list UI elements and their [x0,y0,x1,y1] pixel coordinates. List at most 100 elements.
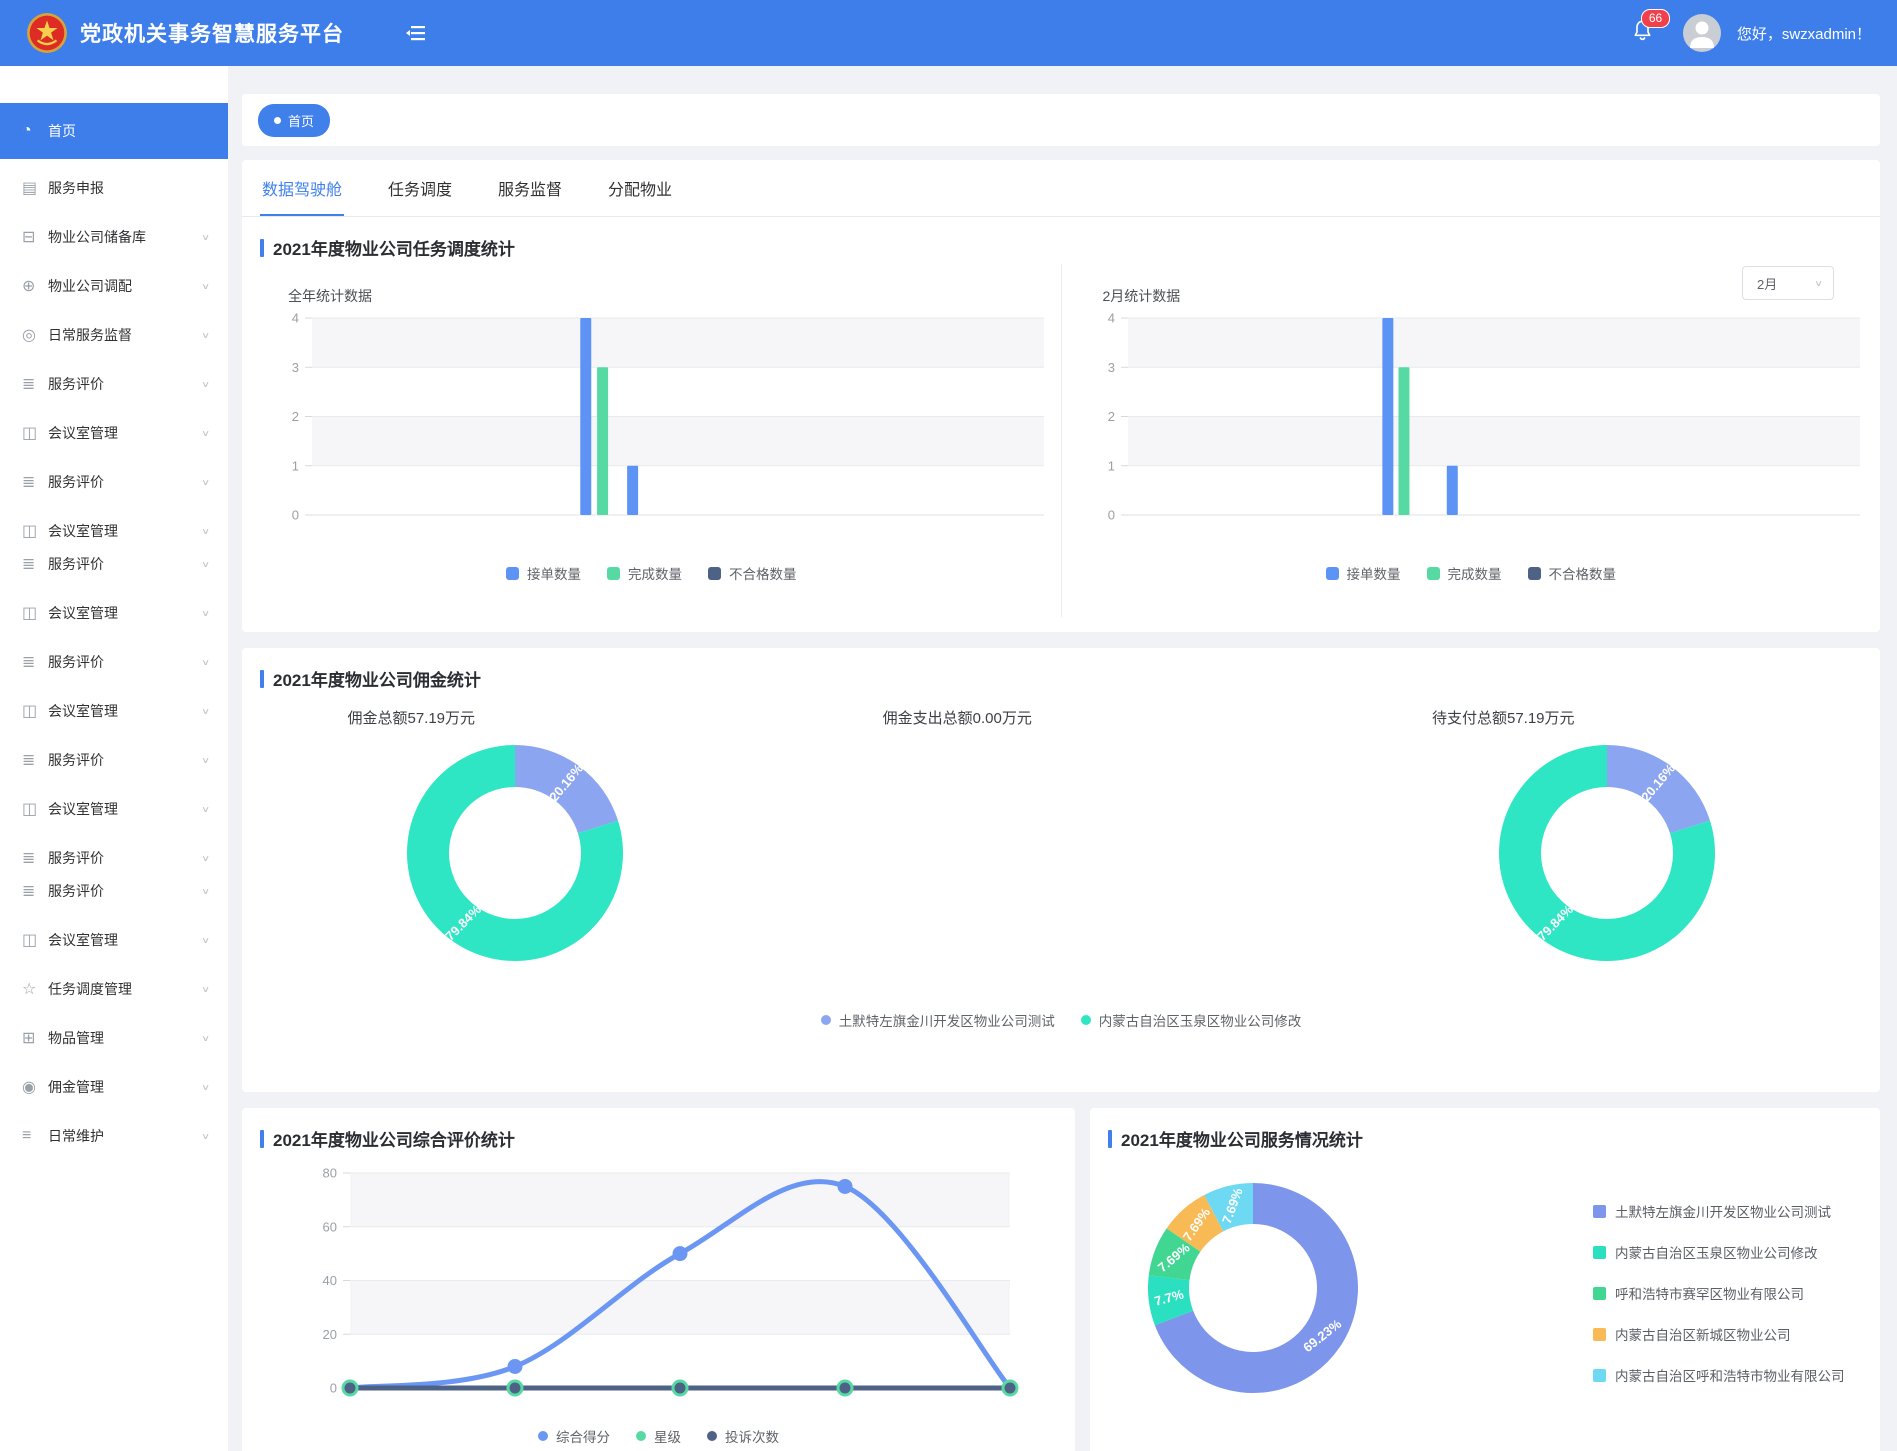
legend-label: 土默特左旗金川开发区物业公司测试 [1615,1201,1831,1221]
sidebar-item-label: 佣金管理 [48,1077,201,1097]
user-greeting: 您好，swzxadmin！ [1737,23,1871,44]
sidebar-item-18[interactable]: ☆任务调度管理∨ [0,968,228,1010]
main-content: 首页 数据驾驶舱任务调度服务监督分配物业 2021年度物业公司任务调度统计 全年… [228,66,1897,1451]
sidebar-item-label: 物品管理 [48,1028,201,1048]
commission-icon: ◉ [22,1077,48,1097]
sidebar-item-3[interactable]: ⊕物业公司调配∨ [0,265,228,307]
sidebar-item-label: 会议室管理 [48,799,201,819]
legend-item-3[interactable]: 内蒙古自治区新城区物业公司 [1593,1324,1845,1344]
legend-item-0[interactable]: 土默特左旗金川开发区物业公司测试 [821,1010,1055,1030]
legend-item-2[interactable]: 不合格数量 [1528,563,1617,583]
goods-icon: ⊞ [22,1028,48,1048]
sidebar-item-20[interactable]: ◉佣金管理∨ [0,1066,228,1108]
commission-column-title: 待支付总额57.19万元 [1334,707,1673,728]
legend-item-1[interactable]: 完成数量 [1427,563,1502,583]
tab-2[interactable]: 服务监督 [496,160,564,216]
sidebar-item-4[interactable]: ◎日常服务监督∨ [0,314,228,356]
evaluation-section-header: 2021年度物业公司综合评价统计 [242,1108,1075,1151]
chevron-down-icon: ∨ [201,428,210,438]
sidebar-item-21[interactable]: ≡日常维护∨ [0,1115,228,1157]
menu-collapse-icon[interactable] [406,25,426,41]
legend-label: 土默特左旗金川开发区物业公司测试 [839,1010,1055,1030]
sidebar-item-label: 日常服务监督 [48,325,201,345]
chevron-down-icon: ∨ [201,804,210,814]
section-accent-bar [260,1130,264,1148]
commission-column-title: 佣金支出总额0.00万元 [788,707,1127,728]
sliders-icon: ≣ [22,374,48,394]
legend-item-2[interactable]: 投诉次数 [707,1426,779,1446]
legend-sq-icon [1427,567,1440,580]
chevron-down-icon: ∨ [201,477,210,487]
annual-chart-subtitle: 全年统计数据 [288,286,1061,306]
sidebar-item-5[interactable]: ≣服务评价∨ [0,363,228,405]
sidebar-item-label: 物业公司调配 [48,276,201,296]
notification-bell[interactable]: 66 [1630,18,1655,48]
service-legend: 土默特左旗金川开发区物业公司测试内蒙古自治区玉泉区物业公司修改呼和浩特市赛罕区物… [1593,1201,1845,1408]
chevron-down-icon: ∨ [201,559,210,569]
sidebar-item-7[interactable]: ≣服务评价∨ [0,461,228,503]
svg-text:40: 40 [323,1273,337,1288]
legend-label: 不合格数量 [729,563,797,583]
legend-item-0[interactable]: 综合得分 [538,1426,610,1446]
sidebar-item-17[interactable]: ◫会议室管理∨ [0,919,228,961]
tab-1[interactable]: 任务调度 [386,160,454,216]
meeting-room-icon: ◫ [22,603,48,623]
task-section-header: 2021年度物业公司任务调度统计 [242,217,1880,260]
monitor-icon: ◎ [22,325,48,345]
legend-label: 综合得分 [556,1426,610,1446]
avatar[interactable] [1683,14,1721,52]
legend-item-2[interactable]: 不合格数量 [708,563,797,583]
evaluation-card: 2021年度物业公司综合评价统计 806040200 综合得分 星级 投诉次数 [242,1108,1075,1451]
app-header: 党政机关事务智慧服务平台 66 您好，swzxadmin！ [0,0,1897,66]
legend-dot-icon [1081,1015,1091,1025]
sidebar-item-13[interactable]: ≣服务评价∨ [0,739,228,781]
legend-item-4[interactable]: 内蒙古自治区呼和浩特市物业有限公司 [1593,1365,1845,1385]
legend-item-0[interactable]: 接单数量 [1326,563,1401,583]
sidebar-item-2[interactable]: ⊟物业公司储备库∨ [0,216,228,258]
legend-label: 内蒙古自治区玉泉区物业公司修改 [1615,1242,1818,1262]
svg-text:0: 0 [1107,508,1114,523]
chevron-down-icon: ∨ [201,330,210,340]
sidebar-item-6[interactable]: ◫会议室管理∨ [0,412,228,454]
star-icon: ☆ [22,979,48,999]
legend-item-0[interactable]: 接单数量 [506,563,581,583]
month-chart-panel: 2月 ∨ 2月统计数据 43210 接单数量完成数量不合格数量 [1062,264,1881,617]
tab-0[interactable]: 数据驾驶舱 [260,160,344,216]
sidebar-item-label: 会议室管理 [48,423,201,443]
chevron-down-icon: ∨ [201,1033,210,1043]
legend-sq-icon [506,567,519,580]
sidebar-item-10[interactable]: ◫会议室管理∨ [0,592,228,634]
legend-item-1[interactable]: 星级 [636,1426,681,1446]
legend-item-1[interactable]: 完成数量 [607,563,682,583]
sidebar-item-12[interactable]: ◫会议室管理∨ [0,690,228,732]
sidebar-item-11[interactable]: ≣服务评价∨ [0,641,228,683]
sidebar-item-0[interactable]: ◔首页 [0,103,228,159]
breadcrumb-home-button[interactable]: 首页 [258,104,330,137]
chevron-down-icon: ∨ [1814,278,1823,288]
commission-section-header: 2021年度物业公司佣金统计 [242,648,1880,691]
legend-item-1[interactable]: 内蒙古自治区玉泉区物业公司修改 [1081,1010,1302,1030]
legend-item-1[interactable]: 内蒙古自治区玉泉区物业公司修改 [1593,1242,1845,1262]
svg-text:3: 3 [292,360,299,375]
month-select-value: 2月 [1757,274,1777,293]
annual-chart-legend: 接单数量 完成数量 不合格数量 [242,563,1061,583]
tab-3[interactable]: 分配物业 [606,160,674,216]
sidebar-item-1[interactable]: ▤服务申报 [0,167,228,209]
sidebar-item-14[interactable]: ◫会议室管理∨ [0,788,228,830]
commission-column-title: 佣金总额57.19万元 [242,707,581,728]
sidebar-item-label: 会议室管理 [48,930,201,950]
month-select[interactable]: 2月 ∨ [1742,266,1834,300]
legend-item-2[interactable]: 呼和浩特市赛罕区物业有限公司 [1593,1283,1845,1303]
sidebar-item-16[interactable]: ≣服务评价∨ [0,870,228,912]
sidebar-item-9[interactable]: ≣服务评价∨ [0,543,228,585]
chevron-down-icon: ∨ [201,886,210,896]
legend-label: 呼和浩特市赛罕区物业有限公司 [1615,1283,1804,1303]
task-section-title: 2021年度物业公司任务调度统计 [273,235,515,260]
sidebar-item-19[interactable]: ⊞物品管理∨ [0,1017,228,1059]
legend-item-0[interactable]: 土默特左旗金川开发区物业公司测试 [1593,1201,1845,1221]
evaluation-line-chart: 806040200 [262,1161,1075,1418]
commission-legend: 土默特左旗金川开发区物业公司测试 内蒙古自治区玉泉区物业公司修改 [242,1010,1880,1030]
legend-dot-icon [707,1431,717,1441]
legend-dot-icon [821,1015,831,1025]
svg-text:4: 4 [292,311,299,326]
